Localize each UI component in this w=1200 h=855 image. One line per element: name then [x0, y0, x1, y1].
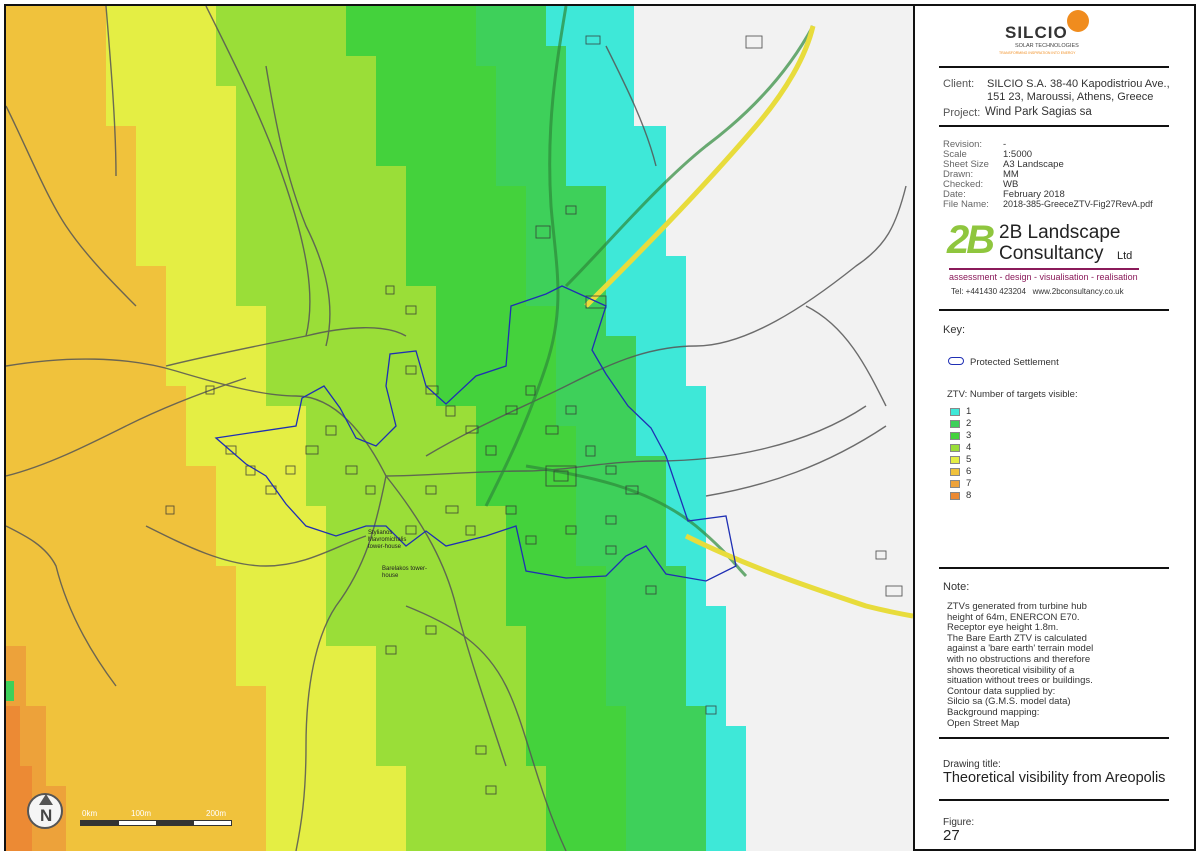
ztv-title: ZTV: Number of targets visible: — [947, 389, 1078, 400]
rule-6 — [939, 799, 1169, 801]
scale-label-200: 200m — [206, 809, 227, 818]
scale-bar — [80, 820, 232, 826]
ztv-swatch-5 — [950, 456, 960, 464]
ztv-swatch-1 — [950, 408, 960, 416]
rule-3 — [939, 309, 1169, 311]
rule-5 — [939, 737, 1169, 739]
client-label: Client: — [943, 78, 975, 90]
ztv-label-8: 8 — [966, 490, 972, 501]
rule-4 — [939, 567, 1169, 569]
ztv-label-4: 4 — [966, 442, 972, 453]
consultancy-contact: Tel: +441430 423204 www.2bconsultancy.co… — [951, 287, 1124, 296]
note-line: ZTVs generated from turbine hub — [947, 601, 1087, 612]
silcio-tagline: TRANSFORMING INSPIRATION INTO ENERGY — [999, 51, 1076, 55]
rule-1 — [939, 66, 1169, 68]
ztv-label-7: 7 — [966, 478, 972, 489]
rule-2 — [939, 125, 1169, 127]
ztv-swatch-2 — [950, 420, 960, 428]
ztv-label-6: 6 — [966, 466, 972, 477]
place-label-barelakos: Barelakos tower-house — [382, 566, 428, 579]
ztv-label-3: 3 — [966, 430, 972, 441]
note-line: Open Street Map — [947, 717, 1020, 729]
note-body: ZTVs generated from turbine hub height o… — [947, 601, 1157, 729]
drawing-title: Theoretical visibility from Areopolis — [943, 770, 1166, 786]
figure-number: 27 — [943, 827, 960, 844]
note-title: Note: — [943, 581, 970, 593]
silcio-sub: SOLAR TECHNOLOGIES — [1015, 43, 1079, 49]
client-value-2: 151 23, Maroussi, Athens, Greece — [987, 91, 1154, 103]
ztv-swatch-6 — [950, 468, 960, 476]
consultancy-services: assessment - design - visualisation - re… — [949, 272, 1138, 282]
silcio-name: SILCIO — [1005, 23, 1068, 42]
ztv-swatch-3 — [950, 432, 960, 440]
map-canvas — [6, 6, 913, 851]
protected-label: Protected Settlement — [970, 357, 1059, 368]
note-line: with no obstructions and therefore — [947, 653, 1091, 665]
meta-key-file: File Name: — [943, 199, 989, 210]
consultancy-rule — [949, 268, 1139, 270]
ztv-map[interactable] — [6, 6, 913, 851]
title-block: SILCIO SOLAR TECHNOLOGIES TRANSFORMING I… — [915, 6, 1194, 849]
consultancy-ltd: Ltd — [1117, 250, 1133, 262]
drawing-title-label: Drawing title: — [943, 759, 1001, 770]
note-line: Background mapping: — [947, 706, 1040, 718]
ztv-label-5: 5 — [966, 454, 972, 465]
key-title: Key: — [943, 324, 966, 336]
meta-val-file: 2018-385-GreeceZTV-Fig27RevA.pdf — [1003, 199, 1153, 209]
protected-settlement-icon — [948, 357, 964, 365]
consultancy-line1: 2B Landscape — [999, 222, 1121, 243]
scale-label-0: 0km — [82, 809, 98, 818]
consultancy-logo: 2B 2B Landscape Consultancy Ltd assessme… — [947, 218, 1177, 298]
consultancy-line2: Consultancy — [999, 243, 1104, 264]
ztv-swatch-8 — [950, 492, 960, 500]
ztv-swatch-4 — [950, 444, 960, 452]
client-value-1: SILCIO S.A. 38-40 Kapodistriou Ave., — [987, 78, 1170, 90]
north-arrow-icon: N — [27, 793, 63, 829]
place-label-stylianos: Stylianos Mavromichalis tower-house — [368, 530, 407, 550]
ztv-swatch-7 — [950, 480, 960, 488]
project-label: Project: — [943, 107, 981, 119]
consultancy-mark: 2B — [947, 218, 995, 262]
sun-icon — [1067, 10, 1089, 32]
project-value: Wind Park Sagias sa — [985, 106, 1092, 118]
ztv-label-2: 2 — [966, 418, 972, 429]
north-arrow-letter: N — [40, 806, 53, 825]
ztv-label-1: 1 — [966, 406, 972, 417]
silcio-logo: SILCIO SOLAR TECHNOLOGIES TRANSFORMING I… — [999, 8, 1095, 58]
scale-label-100: 100m — [131, 809, 152, 818]
